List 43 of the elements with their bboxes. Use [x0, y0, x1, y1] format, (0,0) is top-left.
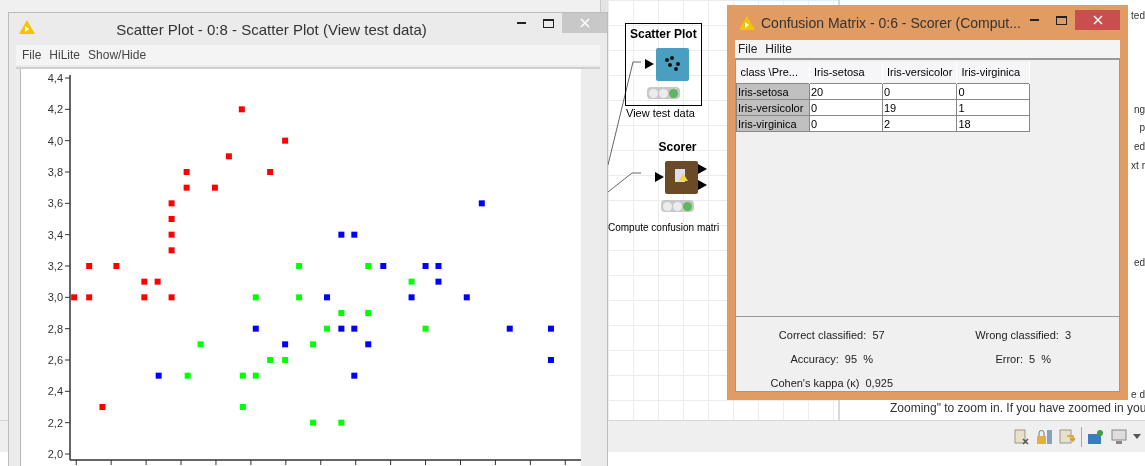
table-cell: 0 — [956, 83, 1030, 100]
y-tick-label: 2,2 — [47, 416, 63, 429]
statistic-text: Wrong classified: 3 — [974, 328, 1073, 343]
workflow-node[interactable]: Scatter Plot — [625, 23, 702, 106]
description-text: e d — [1131, 388, 1145, 402]
y-tick-label: 3,6 — [47, 197, 63, 210]
y-tick-label: 3,2 — [47, 260, 63, 272]
menu-item[interactable]: HiLite — [49, 46, 81, 64]
workflow-node[interactable]: Scorer — [642, 136, 713, 219]
menu-item[interactable]: Show/Hide — [88, 46, 147, 64]
y-tick-label: 4,2 — [47, 103, 63, 116]
description-text: ed — [1133, 140, 1145, 154]
description-text: Zooming" to zoom in. If you have zoomed in you — [890, 401, 1145, 415]
description-text: p — [1139, 121, 1145, 135]
menu-item[interactable]: File — [22, 46, 42, 64]
column-header[interactable]: Iris-virginica — [956, 61, 1030, 84]
y-tick-label: 3,8 — [47, 166, 63, 178]
column-header[interactable]: class \Pre... — [736, 61, 810, 84]
window-title: Scatter Plot - 0:8 - Scatter Plot (View test data) — [115, 20, 428, 40]
y-tick-label: 4,4 — [47, 72, 63, 84]
statistic-text: Error: 5 % — [994, 352, 1053, 367]
node-label: Compute confusion matri — [608, 222, 720, 233]
y-tick-label: 4,0 — [47, 134, 63, 147]
description-text: ted — [1131, 9, 1145, 23]
y-tick-label: 2,4 — [47, 385, 63, 398]
y-tick-label: 3,4 — [47, 228, 63, 241]
y-tick-label: 3,0 — [47, 291, 63, 304]
table-cell: 0 — [882, 83, 957, 100]
y-tick-label: 2,6 — [47, 354, 63, 366]
description-text: xt r — [1131, 159, 1145, 173]
menu-item[interactable]: Hilite — [765, 39, 792, 58]
y-tick-label: 2,0 — [47, 448, 63, 460]
node-label: View test data — [626, 107, 695, 119]
row-header: Iris-setosa — [736, 83, 810, 100]
description-text: ng — [1133, 103, 1145, 117]
node-title: Scorer — [658, 139, 697, 155]
y-tick-label: 2,8 — [47, 322, 63, 335]
node-title: Scatter Plot — [630, 26, 697, 42]
column-header[interactable]: Iris-setosa — [809, 61, 883, 84]
table-cell: 20 — [809, 83, 883, 100]
menu-item[interactable]: File — [738, 39, 758, 58]
description-text: ed — [1133, 256, 1145, 270]
column-header[interactable]: Iris-versicolor — [882, 61, 957, 84]
